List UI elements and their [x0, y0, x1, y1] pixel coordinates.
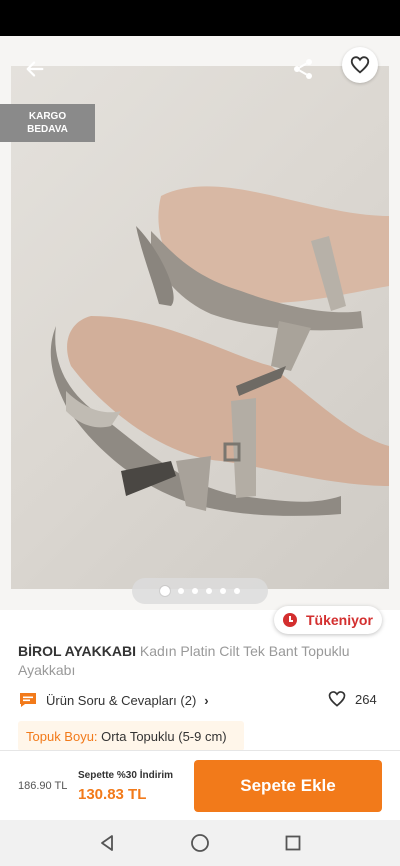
free-shipping-badge: KARGO BEDAVA	[0, 104, 95, 142]
favorite-button[interactable]	[342, 47, 378, 83]
qa-link[interactable]: Ürün Soru & Cevapları (2) ›	[18, 690, 209, 710]
badge-line-2: BEDAVA	[27, 124, 68, 135]
brand-name[interactable]: BİROL AYAKKABI	[18, 643, 136, 659]
status-bar	[0, 0, 400, 36]
chat-bubble-icon	[20, 693, 36, 707]
discounted-price: 130.83 TL	[78, 786, 147, 803]
square-recents-icon	[285, 835, 301, 851]
system-navigation-bar	[0, 820, 400, 866]
favorite-count[interactable]: 264	[327, 689, 377, 709]
circle-home-icon	[191, 834, 209, 852]
stock-status-label: Tükeniyor	[306, 612, 373, 628]
attribute-key: Topuk Boyu:	[26, 729, 98, 744]
chevron-right-icon: ›	[204, 692, 209, 708]
pagination-dot[interactable]	[178, 588, 184, 594]
pagination-dot[interactable]	[234, 588, 240, 594]
nav-recents-button[interactable]	[273, 823, 313, 863]
stock-status-badge: Tükeniyor	[274, 606, 382, 634]
nav-home-button[interactable]	[180, 823, 220, 863]
pagination-dot[interactable]	[220, 588, 226, 594]
arrow-left-icon	[26, 61, 44, 77]
heel-height-attribute: Topuk Boyu: Orta Topuklu (5-9 cm)	[18, 721, 244, 751]
old-price: 186.90 TL	[18, 780, 68, 792]
heart-outline-icon	[350, 56, 370, 74]
triangle-back-icon	[100, 835, 113, 851]
nav-back-button[interactable]	[87, 823, 127, 863]
share-icon	[294, 59, 312, 79]
promo-text: Sepette %30 İndirim	[78, 770, 174, 781]
product-gallery[interactable]: KARGO BEDAVA	[0, 36, 400, 610]
product-title: BİROL AYAKKABI Kadın Platin Cilt Tek Ban…	[18, 642, 388, 680]
pagination-dot[interactable]	[206, 588, 212, 594]
share-button[interactable]	[286, 52, 320, 86]
back-button[interactable]	[18, 52, 52, 86]
product-image[interactable]	[11, 66, 389, 589]
add-to-cart-button[interactable]: Sepete Ekle	[194, 760, 382, 812]
pagination-dot[interactable]	[192, 588, 198, 594]
attribute-value: Orta Topuklu (5-9 cm)	[101, 729, 227, 744]
favorite-count-value: 264	[355, 691, 377, 707]
shoe-photo	[50, 186, 389, 516]
gallery-pagination[interactable]	[132, 578, 268, 604]
badge-line-1: KARGO	[28, 111, 67, 122]
pagination-dot-active[interactable]	[160, 586, 170, 596]
bottom-purchase-bar: 186.90 TL Sepette %30 İndirim 130.83 TL …	[0, 750, 400, 820]
heart-outline-icon	[328, 691, 346, 707]
clock-icon	[283, 613, 297, 627]
qa-label: Ürün Soru & Cevapları (2)	[46, 692, 197, 708]
